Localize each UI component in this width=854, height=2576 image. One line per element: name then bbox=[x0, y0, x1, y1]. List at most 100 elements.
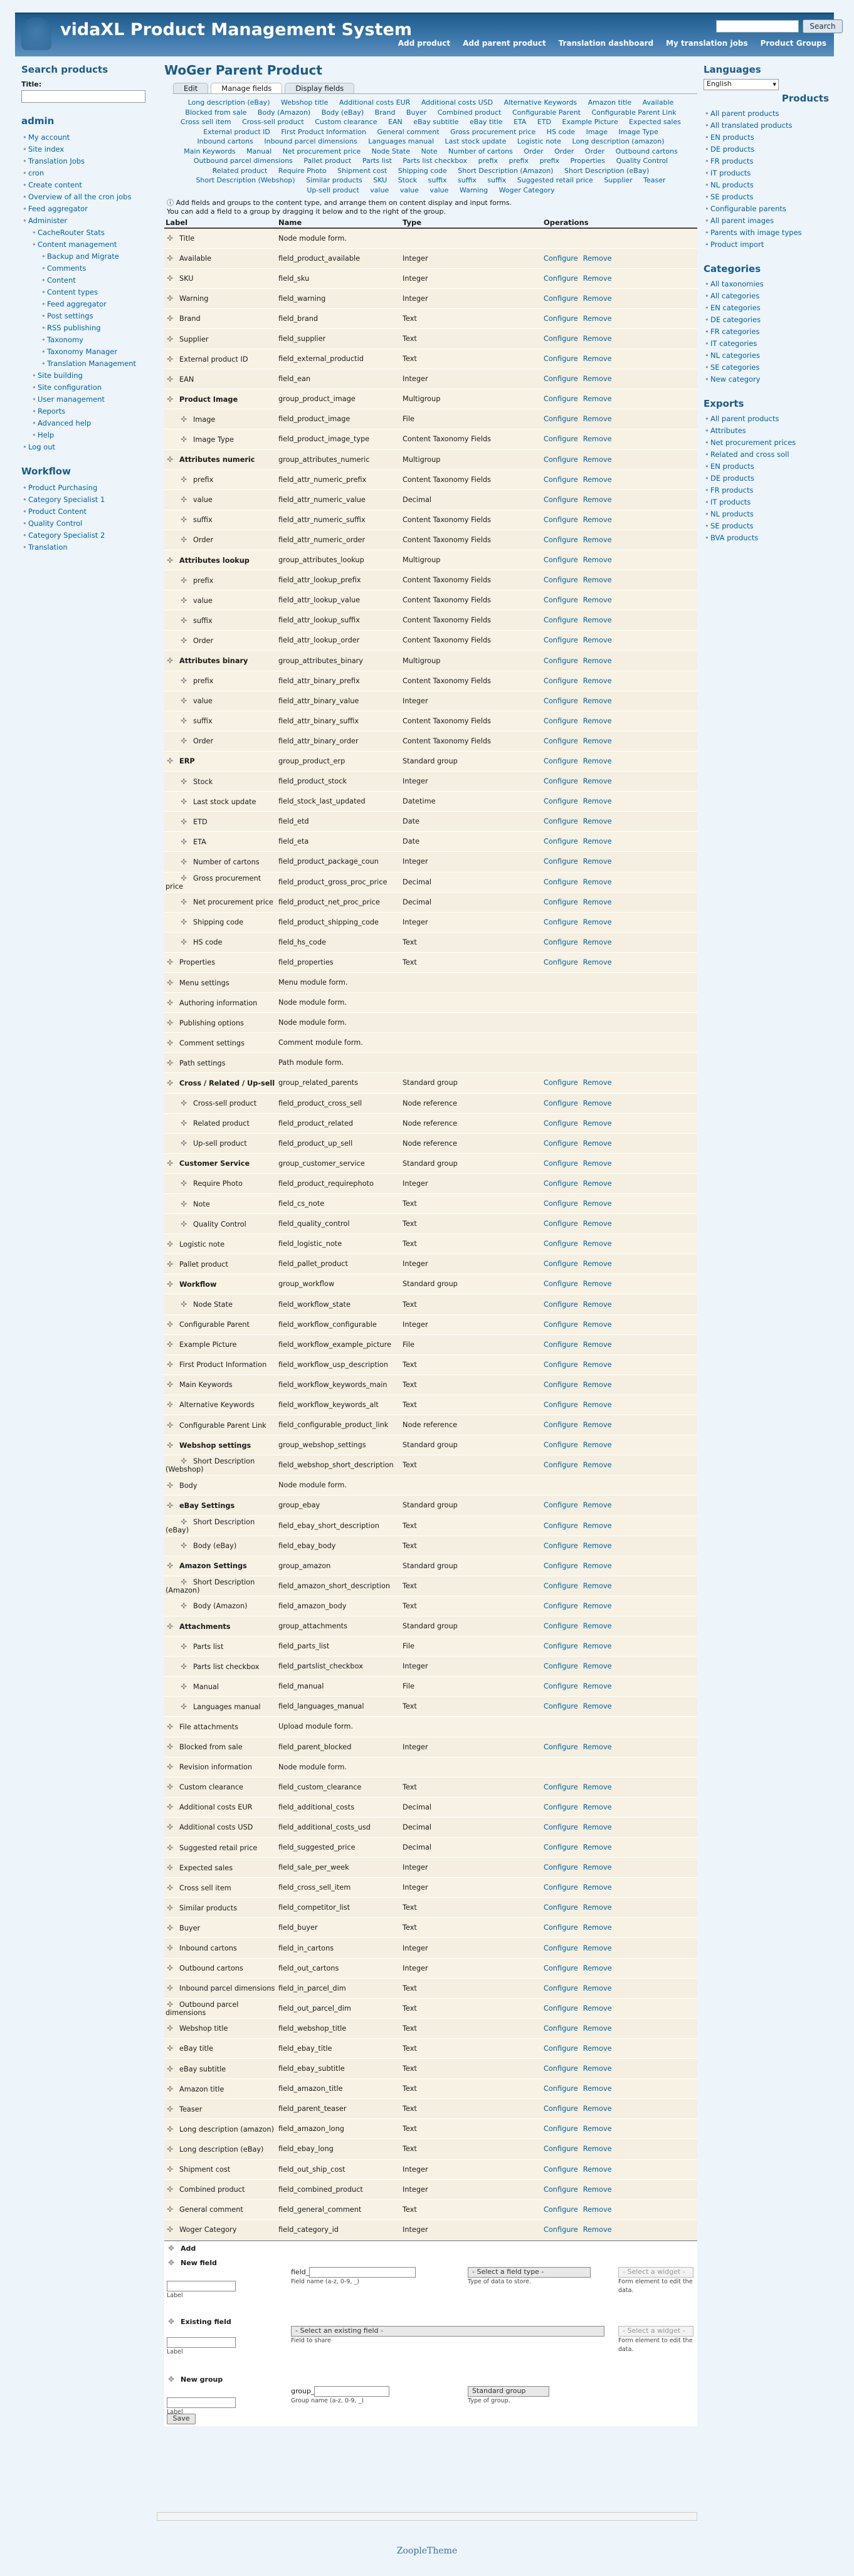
drag-handle-icon[interactable]: ✜ bbox=[179, 616, 188, 625]
configure-link[interactable]: Configure bbox=[544, 857, 578, 866]
subtab-hs-code[interactable]: HS code bbox=[547, 128, 575, 136]
remove-link[interactable]: Remove bbox=[583, 1522, 612, 1530]
drag-handle-icon[interactable]: ✜ bbox=[166, 254, 174, 263]
admin-link-feed-aggregator[interactable]: Feed aggregator bbox=[28, 204, 88, 213]
remove-link[interactable]: Remove bbox=[583, 496, 612, 504]
subtab-woger-category[interactable]: Woger Category bbox=[499, 186, 555, 194]
configure-link[interactable]: Configure bbox=[544, 395, 578, 403]
remove-link[interactable]: Remove bbox=[583, 1542, 612, 1550]
configure-link[interactable]: Configure bbox=[544, 1883, 578, 1892]
categories-link-fr-categories[interactable]: FR categories bbox=[710, 327, 760, 336]
configure-link[interactable]: Configure bbox=[544, 536, 578, 544]
subtab-value[interactable]: value bbox=[430, 186, 448, 194]
configure-link[interactable]: Configure bbox=[544, 1200, 578, 1208]
configure-link[interactable]: Configure bbox=[544, 1501, 578, 1509]
subtab-manual[interactable]: Manual bbox=[246, 147, 271, 155]
subtab-long-description-amazon[interactable]: Long description (amazon) bbox=[572, 137, 665, 145]
drag-handle-icon[interactable]: ✜ bbox=[179, 716, 188, 725]
drag-handle-icon[interactable]: ✜ bbox=[166, 556, 174, 565]
remove-link[interactable]: Remove bbox=[583, 516, 612, 524]
subtab-image[interactable]: Image bbox=[586, 128, 608, 136]
configure-link[interactable]: Configure bbox=[544, 2085, 578, 2093]
drag-handle-icon[interactable]: ✜ bbox=[179, 1541, 188, 1550]
remove-link[interactable]: Remove bbox=[583, 335, 612, 343]
subtab-brand[interactable]: Brand bbox=[375, 108, 396, 117]
drag-handle-icon[interactable]: ✜ bbox=[166, 355, 174, 364]
remove-link[interactable]: Remove bbox=[583, 878, 612, 886]
subtab-prefix[interactable]: prefix bbox=[509, 157, 529, 165]
workflow-link-category-specialist-1[interactable]: Category Specialist 1 bbox=[28, 495, 105, 504]
drag-handle-icon[interactable]: ✜ bbox=[179, 938, 188, 946]
subtab-outbound-parcel-dimensions[interactable]: Outbound parcel dimensions bbox=[194, 157, 293, 165]
configure-link[interactable]: Configure bbox=[544, 556, 578, 564]
admin-link-administer[interactable]: Administer bbox=[28, 216, 67, 225]
subtab-image-type[interactable]: Image Type bbox=[619, 128, 658, 136]
admin-submenu-link-advanced-help[interactable]: Advanced help bbox=[38, 419, 91, 427]
admin-submenu-link-help[interactable]: Help bbox=[38, 431, 54, 439]
drag-handle-icon[interactable]: ✜ bbox=[166, 1843, 174, 1852]
language-select[interactable]: English bbox=[704, 79, 779, 90]
configure-link[interactable]: Configure bbox=[544, 2045, 578, 2053]
content-mgmt-link-content[interactable]: Content bbox=[47, 276, 76, 285]
remove-link[interactable]: Remove bbox=[583, 1803, 612, 1811]
subtab-supplier[interactable]: Supplier bbox=[604, 176, 632, 184]
configure-link[interactable]: Configure bbox=[544, 1964, 578, 1972]
remove-link[interactable]: Remove bbox=[583, 2045, 612, 2053]
subtab-suffix[interactable]: suffix bbox=[487, 176, 506, 184]
remove-link[interactable]: Remove bbox=[583, 1381, 612, 1389]
drag-handle-icon[interactable]: ✜ bbox=[166, 2185, 174, 2194]
configure-link[interactable]: Configure bbox=[544, 837, 578, 846]
drag-handle-icon[interactable]: ✜ bbox=[179, 1119, 188, 1128]
drag-handle-icon[interactable]: ✜ bbox=[166, 1340, 174, 1349]
subtab-webshop-title[interactable]: Webshop title bbox=[281, 98, 328, 107]
configure-link[interactable]: Configure bbox=[544, 1321, 578, 1329]
drag-handle-icon[interactable]: ✜ bbox=[166, 1018, 174, 1027]
remove-link[interactable]: Remove bbox=[583, 1823, 612, 1831]
configure-link[interactable]: Configure bbox=[544, 375, 578, 383]
exports-link-related-and-cross-soll[interactable]: Related and cross soll bbox=[710, 450, 789, 459]
subtab-value[interactable]: value bbox=[370, 186, 389, 194]
remove-link[interactable]: Remove bbox=[583, 254, 612, 263]
drag-handle-icon[interactable]: ✜ bbox=[166, 274, 174, 283]
remove-link[interactable]: Remove bbox=[583, 1783, 612, 1791]
remove-link[interactable]: Remove bbox=[583, 717, 612, 725]
remove-link[interactable]: Remove bbox=[583, 1079, 612, 1087]
configure-link[interactable]: Configure bbox=[544, 2186, 578, 2194]
remove-link[interactable]: Remove bbox=[583, 1883, 612, 1892]
subtab-stock[interactable]: Stock bbox=[398, 176, 417, 184]
remove-link[interactable]: Remove bbox=[583, 1461, 612, 1469]
admin-link-cacherouter-stats[interactable]: CacheRouter Stats bbox=[38, 228, 105, 237]
primary-link-my-translation-jobs[interactable]: My translation jobs bbox=[666, 39, 748, 48]
remove-link[interactable]: Remove bbox=[583, 2024, 612, 2033]
workflow-link-product-purchasing[interactable]: Product Purchasing bbox=[28, 483, 97, 492]
configure-link[interactable]: Configure bbox=[544, 616, 578, 624]
configure-link[interactable]: Configure bbox=[544, 2065, 578, 2073]
drag-handle-icon[interactable]: ✜ bbox=[166, 2225, 174, 2234]
admin-link-my-account[interactable]: My account bbox=[28, 133, 70, 142]
save-button[interactable]: Save bbox=[167, 2413, 196, 2424]
remove-link[interactable]: Remove bbox=[583, 315, 612, 323]
tab-display-fields[interactable]: Display fields bbox=[285, 83, 355, 93]
configure-link[interactable]: Configure bbox=[544, 576, 578, 584]
exports-link-bva-products[interactable]: BVA products bbox=[710, 533, 758, 542]
products-link-se-products[interactable]: SE products bbox=[710, 192, 753, 201]
subtab-require-photo[interactable]: Require Photo bbox=[278, 167, 327, 175]
new-field-label-input[interactable] bbox=[167, 2280, 236, 2291]
content-mgmt-link-taxonomy-manager[interactable]: Taxonomy Manager bbox=[47, 347, 117, 356]
drag-handle-icon[interactable]: ✜ bbox=[179, 797, 188, 806]
drag-handle-icon[interactable]: ✥ bbox=[167, 2375, 176, 2384]
remove-link[interactable]: Remove bbox=[583, 2145, 612, 2153]
subtab-available[interactable]: Available bbox=[643, 98, 674, 107]
title-search-input[interactable] bbox=[21, 90, 145, 103]
remove-link[interactable]: Remove bbox=[583, 1361, 612, 1369]
subtab-sku[interactable]: SKU bbox=[373, 176, 387, 184]
configure-link[interactable]: Configure bbox=[544, 1220, 578, 1228]
drag-handle-icon[interactable]: ✜ bbox=[179, 535, 188, 544]
remove-link[interactable]: Remove bbox=[583, 1582, 612, 1590]
configure-link[interactable]: Configure bbox=[544, 1682, 578, 1690]
configure-link[interactable]: Configure bbox=[544, 1542, 578, 1550]
drag-handle-icon[interactable]: ✜ bbox=[179, 495, 188, 504]
configure-link[interactable]: Configure bbox=[544, 1079, 578, 1087]
existing-field-label-input[interactable] bbox=[167, 2337, 236, 2348]
admin-link-content-management[interactable]: Content management bbox=[38, 240, 117, 249]
